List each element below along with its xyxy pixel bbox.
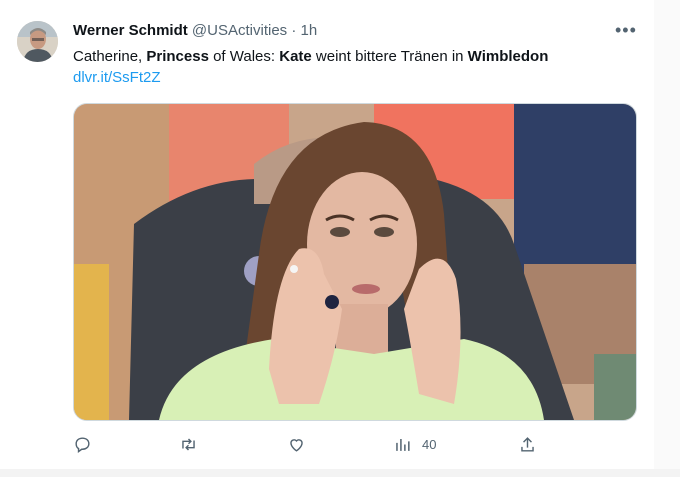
photo-image bbox=[74, 104, 636, 420]
tweet-card[interactable]: Werner Schmidt @USActivities · 1h ••• Ca… bbox=[0, 0, 655, 471]
tweet-text-part: Princess bbox=[146, 48, 209, 65]
views-button[interactable]: 40 bbox=[393, 432, 436, 456]
tweet-text-part: Wimbledon bbox=[467, 48, 549, 65]
avatar[interactable] bbox=[17, 21, 58, 62]
page-edge bbox=[654, 0, 680, 477]
author-name[interactable]: Werner Schmidt bbox=[73, 22, 188, 39]
views-count: 40 bbox=[422, 436, 437, 452]
like-icon bbox=[290, 438, 303, 452]
views-icon bbox=[396, 438, 410, 451]
share-icon bbox=[521, 436, 534, 452]
tweet-actions: 40 bbox=[73, 432, 633, 456]
retweet-icon bbox=[182, 437, 195, 451]
tweet-text-part: Kate bbox=[279, 48, 312, 65]
avatar-image bbox=[17, 21, 58, 62]
tweet-text-part: Catherine, bbox=[73, 48, 147, 65]
divider bbox=[0, 469, 680, 477]
tweet-link[interactable]: dlvr.it/SsFt2Z bbox=[73, 69, 161, 86]
reply-button[interactable] bbox=[73, 432, 92, 456]
tweet-text-part: of Wales: bbox=[208, 48, 280, 65]
retweet-button[interactable] bbox=[179, 432, 198, 456]
tweet-text: Catherine, Princess of Wales: Kate weint… bbox=[73, 47, 548, 67]
author-handle[interactable]: @USActivities bbox=[192, 22, 287, 39]
like-button[interactable] bbox=[287, 432, 306, 456]
tweet-photo[interactable] bbox=[73, 103, 637, 421]
more-icon[interactable]: ••• bbox=[615, 20, 637, 41]
timestamp[interactable]: 1h bbox=[301, 22, 318, 39]
share-button[interactable] bbox=[518, 432, 537, 456]
tweet-header: Werner Schmidt @USActivities · 1h bbox=[73, 22, 317, 39]
separator: · bbox=[291, 22, 297, 39]
tweet-text-part: weint bittere Tränen in bbox=[311, 48, 468, 65]
reply-icon bbox=[75, 436, 90, 453]
